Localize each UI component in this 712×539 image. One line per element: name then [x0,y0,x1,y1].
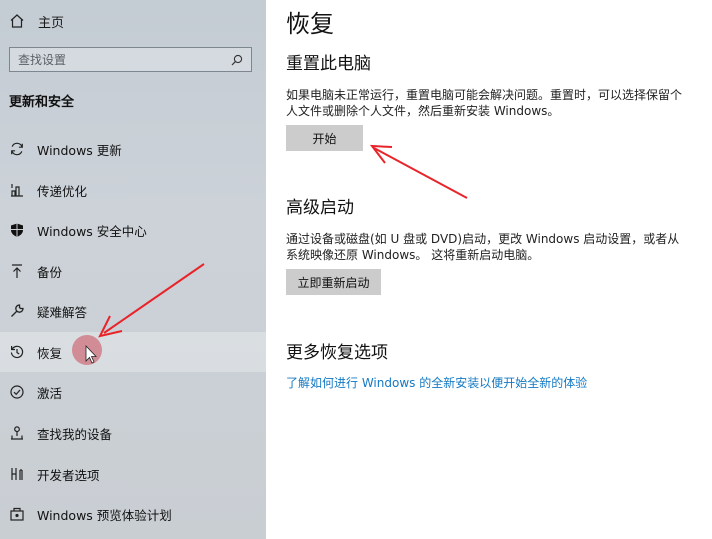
reset-pc-heading: 重置此电脑 [286,54,371,74]
sidebar-item-label: 备份 [37,264,63,280]
sidebar-item-find-my-device[interactable]: 查找我的设备 [0,413,266,453]
sync-icon [9,141,25,157]
sidebar-item-label: Windows 预览体验计划 [37,507,172,523]
fresh-install-link[interactable]: 了解如何进行 Windows 的全新安装以便开始全新的体验 [286,374,587,391]
sidebar-item-label: 开发者选项 [37,467,100,483]
insider-icon [9,506,25,522]
advanced-startup-description: 通过设备或磁盘(如 U 盘或 DVD)启动，更改 Windows 启动设置，或者… [286,232,680,262]
more-recovery-heading: 更多恢复选项 [286,343,388,363]
settings-search-input[interactable] [18,52,231,67]
restart-now-button[interactable]: 立即重新启动 [286,269,381,295]
wrench-icon [9,303,25,319]
sidebar-item-troubleshoot[interactable]: 疑难解答 [0,291,266,331]
sidebar-item-windows-update[interactable]: Windows 更新 [0,129,266,169]
recovery-panel: 恢复 重置此电脑 如果电脑未正常运行，重置电脑可能会解决问题。重置时，可以选择保… [266,0,712,539]
developer-icon [9,466,25,482]
sidebar-item-label: 查找我的设备 [37,426,113,442]
recovery-icon [9,344,25,360]
sidebar-item-activation[interactable]: 激活 [0,372,266,412]
search-icon[interactable] [231,54,243,66]
sidebar-item-windows-insider[interactable]: Windows 预览体验计划 [0,494,266,534]
delivery-optimization-icon [9,182,25,198]
sidebar-item-label: Windows 更新 [37,142,122,158]
backup-arrow-icon [9,263,25,279]
sidebar-item-label: 传递优化 [37,183,88,199]
sidebar-item-label: 疑难解答 [37,304,88,320]
sidebar-item-delivery-optimization[interactable]: 传递优化 [0,170,266,210]
page-title: 恢复 [286,10,334,38]
click-highlight [72,335,102,365]
sidebar-item-label: 激活 [37,385,63,401]
sidebar-item-label: Windows 安全中心 [37,223,147,239]
find-device-icon [9,425,25,441]
sidebar-item-security-center[interactable]: Windows 安全中心 [0,210,266,250]
section-title: 更新和安全 [9,95,75,110]
reset-pc-description: 如果电脑未正常运行，重置电脑可能会解决问题。重置时，可以选择保留个人文件或删除个… [286,88,683,118]
reset-start-button[interactable]: 开始 [286,125,363,151]
home-icon [10,14,24,28]
settings-sidebar: 主页 更新和安全 Windows 更新 传递优化 Windows 安全中心 备份 [0,0,266,539]
advanced-startup-heading: 高级启动 [286,198,354,218]
home-label: 主页 [38,15,65,31]
shield-icon [9,222,25,238]
sidebar-item-label: 恢复 [37,345,63,361]
sidebar-item-recovery[interactable]: 恢复 [0,332,266,372]
check-circle-icon [9,384,25,400]
sidebar-item-developer-options[interactable]: 开发者选项 [0,454,266,494]
home-nav-item[interactable]: 主页 [9,10,64,32]
settings-search-box[interactable] [9,47,252,72]
sidebar-item-backup[interactable]: 备份 [0,251,266,291]
